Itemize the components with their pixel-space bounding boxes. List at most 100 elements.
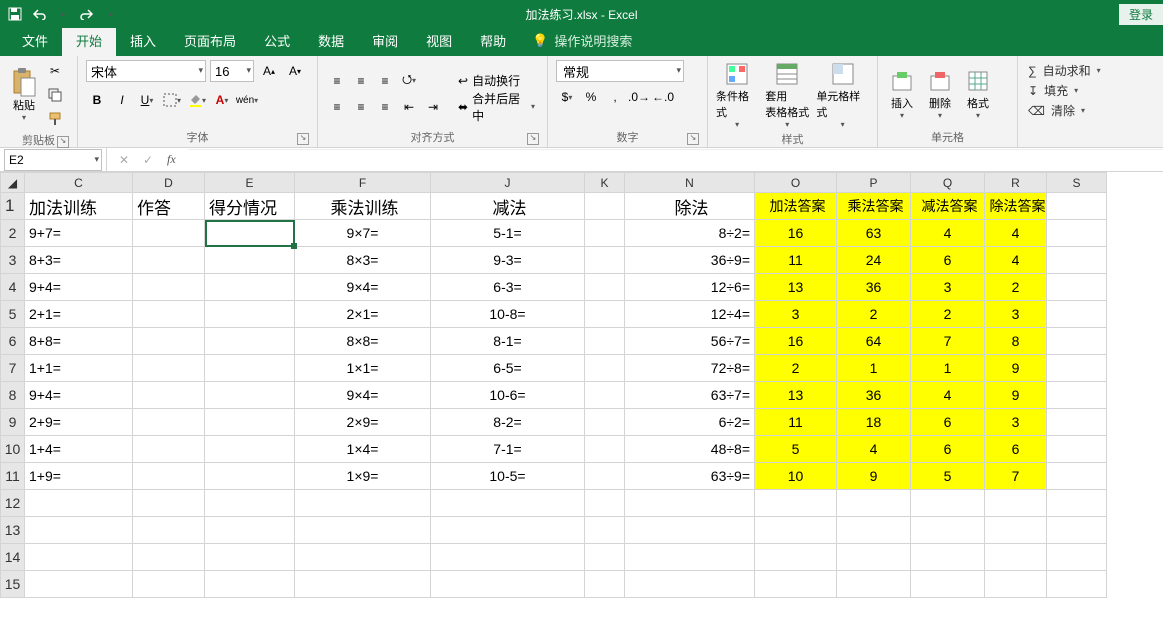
col-header[interactable]: E <box>205 173 295 193</box>
cell[interactable] <box>295 490 431 517</box>
cell[interactable]: 1 <box>911 355 985 382</box>
cell[interactable] <box>205 571 295 598</box>
cell[interactable]: 6÷2= <box>625 409 755 436</box>
paste-button[interactable]: 粘贴 ▾ <box>8 69 40 122</box>
cell[interactable]: 10-8= <box>431 301 585 328</box>
cell[interactable]: 8×8= <box>295 328 431 355</box>
cell[interactable]: 2 <box>755 355 837 382</box>
cell[interactable] <box>1047 490 1107 517</box>
cell[interactable] <box>205 490 295 517</box>
cell[interactable]: 11 <box>755 247 837 274</box>
table-row[interactable]: 6 8+8= 8×8= 8-1= 56÷7= 16 64 7 8 <box>1 328 1107 355</box>
col-header[interactable]: F <box>295 173 431 193</box>
cell[interactable]: 加法答案 <box>755 193 837 220</box>
clear-button[interactable]: ⌫清除▾ <box>1028 102 1101 119</box>
cell[interactable]: 5-1= <box>431 220 585 247</box>
delete-cells-button[interactable]: 删除▾ <box>924 67 956 120</box>
cell[interactable]: 12÷4= <box>625 301 755 328</box>
cell[interactable]: 2×9= <box>295 409 431 436</box>
cell[interactable]: 13 <box>755 274 837 301</box>
cell[interactable]: 得分情况 <box>205 193 295 220</box>
cell[interactable] <box>585 544 625 571</box>
cell[interactable] <box>205 517 295 544</box>
cell[interactable] <box>1047 328 1107 355</box>
copy-button[interactable] <box>44 84 66 106</box>
table-row[interactable]: 7 1+1= 1×1= 6-5= 72÷8= 2 1 1 9 <box>1 355 1107 382</box>
cell[interactable] <box>755 571 837 598</box>
cell[interactable] <box>431 517 585 544</box>
tab-review[interactable]: 审阅 <box>358 25 412 56</box>
border-button[interactable]: ▾ <box>161 89 183 111</box>
percent-button[interactable]: % <box>580 86 602 108</box>
col-header[interactable]: S <box>1047 173 1107 193</box>
cell[interactable]: 6-5= <box>431 355 585 382</box>
row-header[interactable]: 5 <box>1 301 25 328</box>
cell[interactable] <box>911 544 985 571</box>
cell[interactable] <box>431 571 585 598</box>
cell[interactable] <box>911 490 985 517</box>
decrease-decimal-button[interactable]: ←.0 <box>652 86 674 108</box>
cell[interactable] <box>1047 274 1107 301</box>
cell[interactable]: 3 <box>985 301 1047 328</box>
cell-style-button[interactable]: 单元格样式▾ <box>816 60 869 129</box>
undo-dropdown[interactable]: ▾ <box>54 5 72 23</box>
font-size-combo[interactable]: 16▾ <box>210 60 254 82</box>
cell[interactable]: 6-3= <box>431 274 585 301</box>
cell[interactable] <box>625 517 755 544</box>
cell[interactable]: 63÷9= <box>625 463 755 490</box>
cell[interactable]: 5 <box>755 436 837 463</box>
cell[interactable] <box>985 490 1047 517</box>
row-header[interactable]: 3 <box>1 247 25 274</box>
cell[interactable]: 18 <box>837 409 911 436</box>
cell[interactable] <box>625 571 755 598</box>
cell[interactable]: 72÷8= <box>625 355 755 382</box>
cell[interactable] <box>133 463 205 490</box>
cell[interactable]: 9 <box>985 355 1047 382</box>
cell[interactable]: 64 <box>837 328 911 355</box>
formula-bar[interactable] <box>188 149 1163 171</box>
phonetic-button[interactable]: wén▾ <box>236 89 258 111</box>
cell[interactable]: 16 <box>755 328 837 355</box>
cell[interactable]: 63 <box>837 220 911 247</box>
format-cells-button[interactable]: 格式▾ <box>962 67 994 120</box>
cell[interactable]: 1+1= <box>25 355 133 382</box>
cell[interactable] <box>205 274 295 301</box>
cell[interactable] <box>585 436 625 463</box>
cell[interactable] <box>133 436 205 463</box>
merge-center-button[interactable]: ⬌合并后居中▾ <box>454 96 539 118</box>
table-row[interactable]: 9 2+9= 2×9= 8-2= 6÷2= 11 18 6 3 <box>1 409 1107 436</box>
cell[interactable]: 4 <box>911 220 985 247</box>
cell[interactable] <box>1047 301 1107 328</box>
wrap-text-button[interactable]: ↩自动换行 <box>454 70 539 92</box>
cell[interactable] <box>585 409 625 436</box>
select-all-corner[interactable]: ◢ <box>1 173 25 193</box>
cell[interactable] <box>585 193 625 220</box>
col-header[interactable]: Q <box>911 173 985 193</box>
col-header[interactable]: P <box>837 173 911 193</box>
align-center-button[interactable]: ≡ <box>350 96 372 118</box>
cell[interactable]: 10-5= <box>431 463 585 490</box>
cell[interactable] <box>755 517 837 544</box>
cell[interactable] <box>205 544 295 571</box>
cell[interactable] <box>133 328 205 355</box>
row-header[interactable]: 14 <box>1 544 25 571</box>
row-header[interactable]: 8 <box>1 382 25 409</box>
cell[interactable]: 8+8= <box>25 328 133 355</box>
undo-icon[interactable] <box>30 5 48 23</box>
cell[interactable] <box>1047 517 1107 544</box>
cell[interactable]: 3 <box>911 274 985 301</box>
cell[interactable] <box>25 544 133 571</box>
col-header[interactable]: R <box>985 173 1047 193</box>
cell[interactable]: 36 <box>837 382 911 409</box>
number-format-combo[interactable]: 常规▾ <box>556 60 684 82</box>
cell[interactable]: 24 <box>837 247 911 274</box>
cell[interactable]: 7 <box>911 328 985 355</box>
row-header[interactable]: 13 <box>1 517 25 544</box>
cell[interactable] <box>25 517 133 544</box>
cell[interactable] <box>1047 193 1107 220</box>
cell[interactable] <box>205 382 295 409</box>
cell[interactable]: 7 <box>985 463 1047 490</box>
row-header[interactable]: 7 <box>1 355 25 382</box>
login-button[interactable]: 登录 <box>1119 4 1163 25</box>
cell[interactable] <box>585 490 625 517</box>
